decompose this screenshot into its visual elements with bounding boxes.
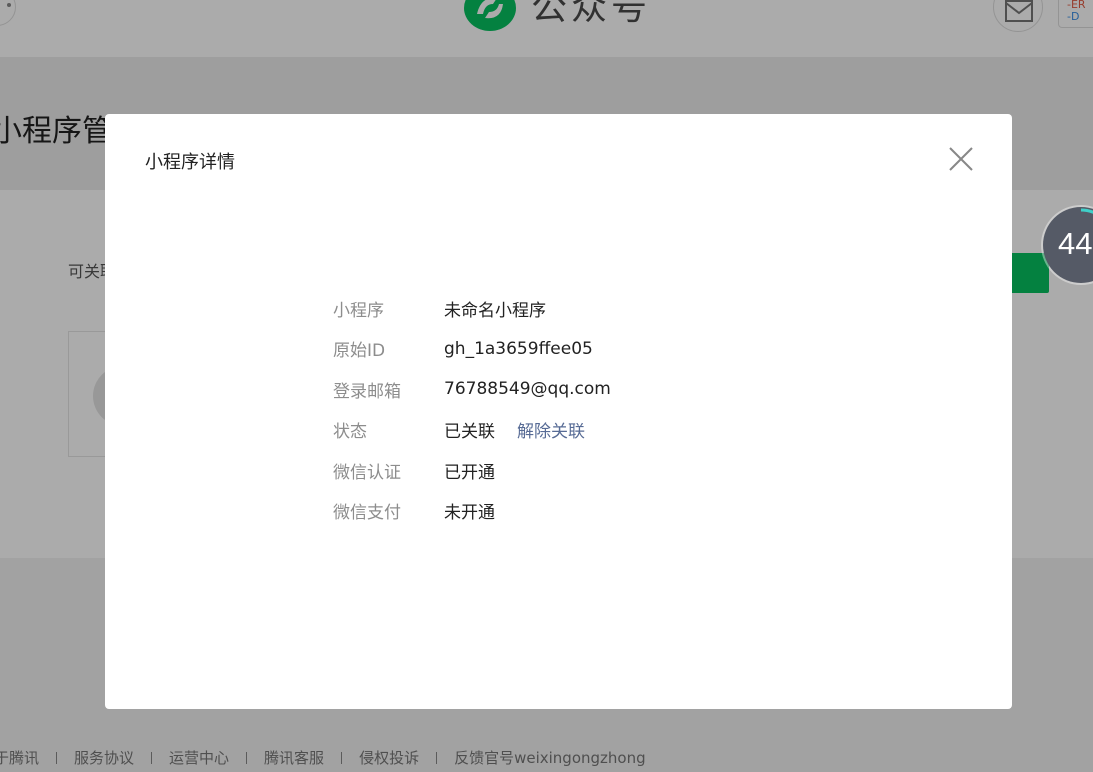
detail-label: 登录邮箱 (333, 381, 401, 402)
detail-value: 未命名小程序 (444, 300, 546, 321)
detail-row-wechat-verification: 微信认证 已开通 (333, 450, 611, 491)
detail-label: 微信认证 (333, 462, 401, 483)
detail-value: 已关联 (444, 422, 495, 443)
detail-row-status: 状态 已关联 解除关联 (333, 410, 611, 451)
detail-value: 已开通 (444, 462, 495, 483)
detail-row-wechat-pay: 微信支付 未开通 (333, 491, 611, 532)
detail-label: 微信支付 (333, 503, 401, 524)
detail-label: 状态 (333, 422, 367, 443)
counter-value: 44 (1058, 226, 1093, 261)
detail-value: 未开通 (444, 503, 495, 524)
unlink-button[interactable]: 解除关联 (517, 417, 585, 442)
detail-list: 小程序 未命名小程序 原始ID gh_1a3659ffee05 登录邮箱 767… (333, 288, 611, 531)
detail-row-login-email: 登录邮箱 76788549@qq.com (333, 369, 611, 410)
mini-program-detail-dialog: 小程序详情 小程序 未命名小程序 原始ID gh_1a3659ffee05 登录… (105, 114, 1012, 709)
dialog-title: 小程序详情 (145, 152, 235, 173)
detail-value: gh_1a3659ffee05 (444, 338, 593, 359)
detail-row-original-id: 原始ID gh_1a3659ffee05 (333, 329, 611, 370)
floating-counter-widget[interactable]: 44 (1043, 207, 1093, 283)
close-button[interactable] (945, 144, 977, 176)
detail-label: 原始ID (333, 341, 386, 362)
close-icon (949, 147, 973, 171)
detail-label: 小程序 (333, 300, 384, 321)
detail-value: 76788549@qq.com (444, 379, 611, 400)
detail-row-name: 小程序 未命名小程序 (333, 288, 611, 329)
